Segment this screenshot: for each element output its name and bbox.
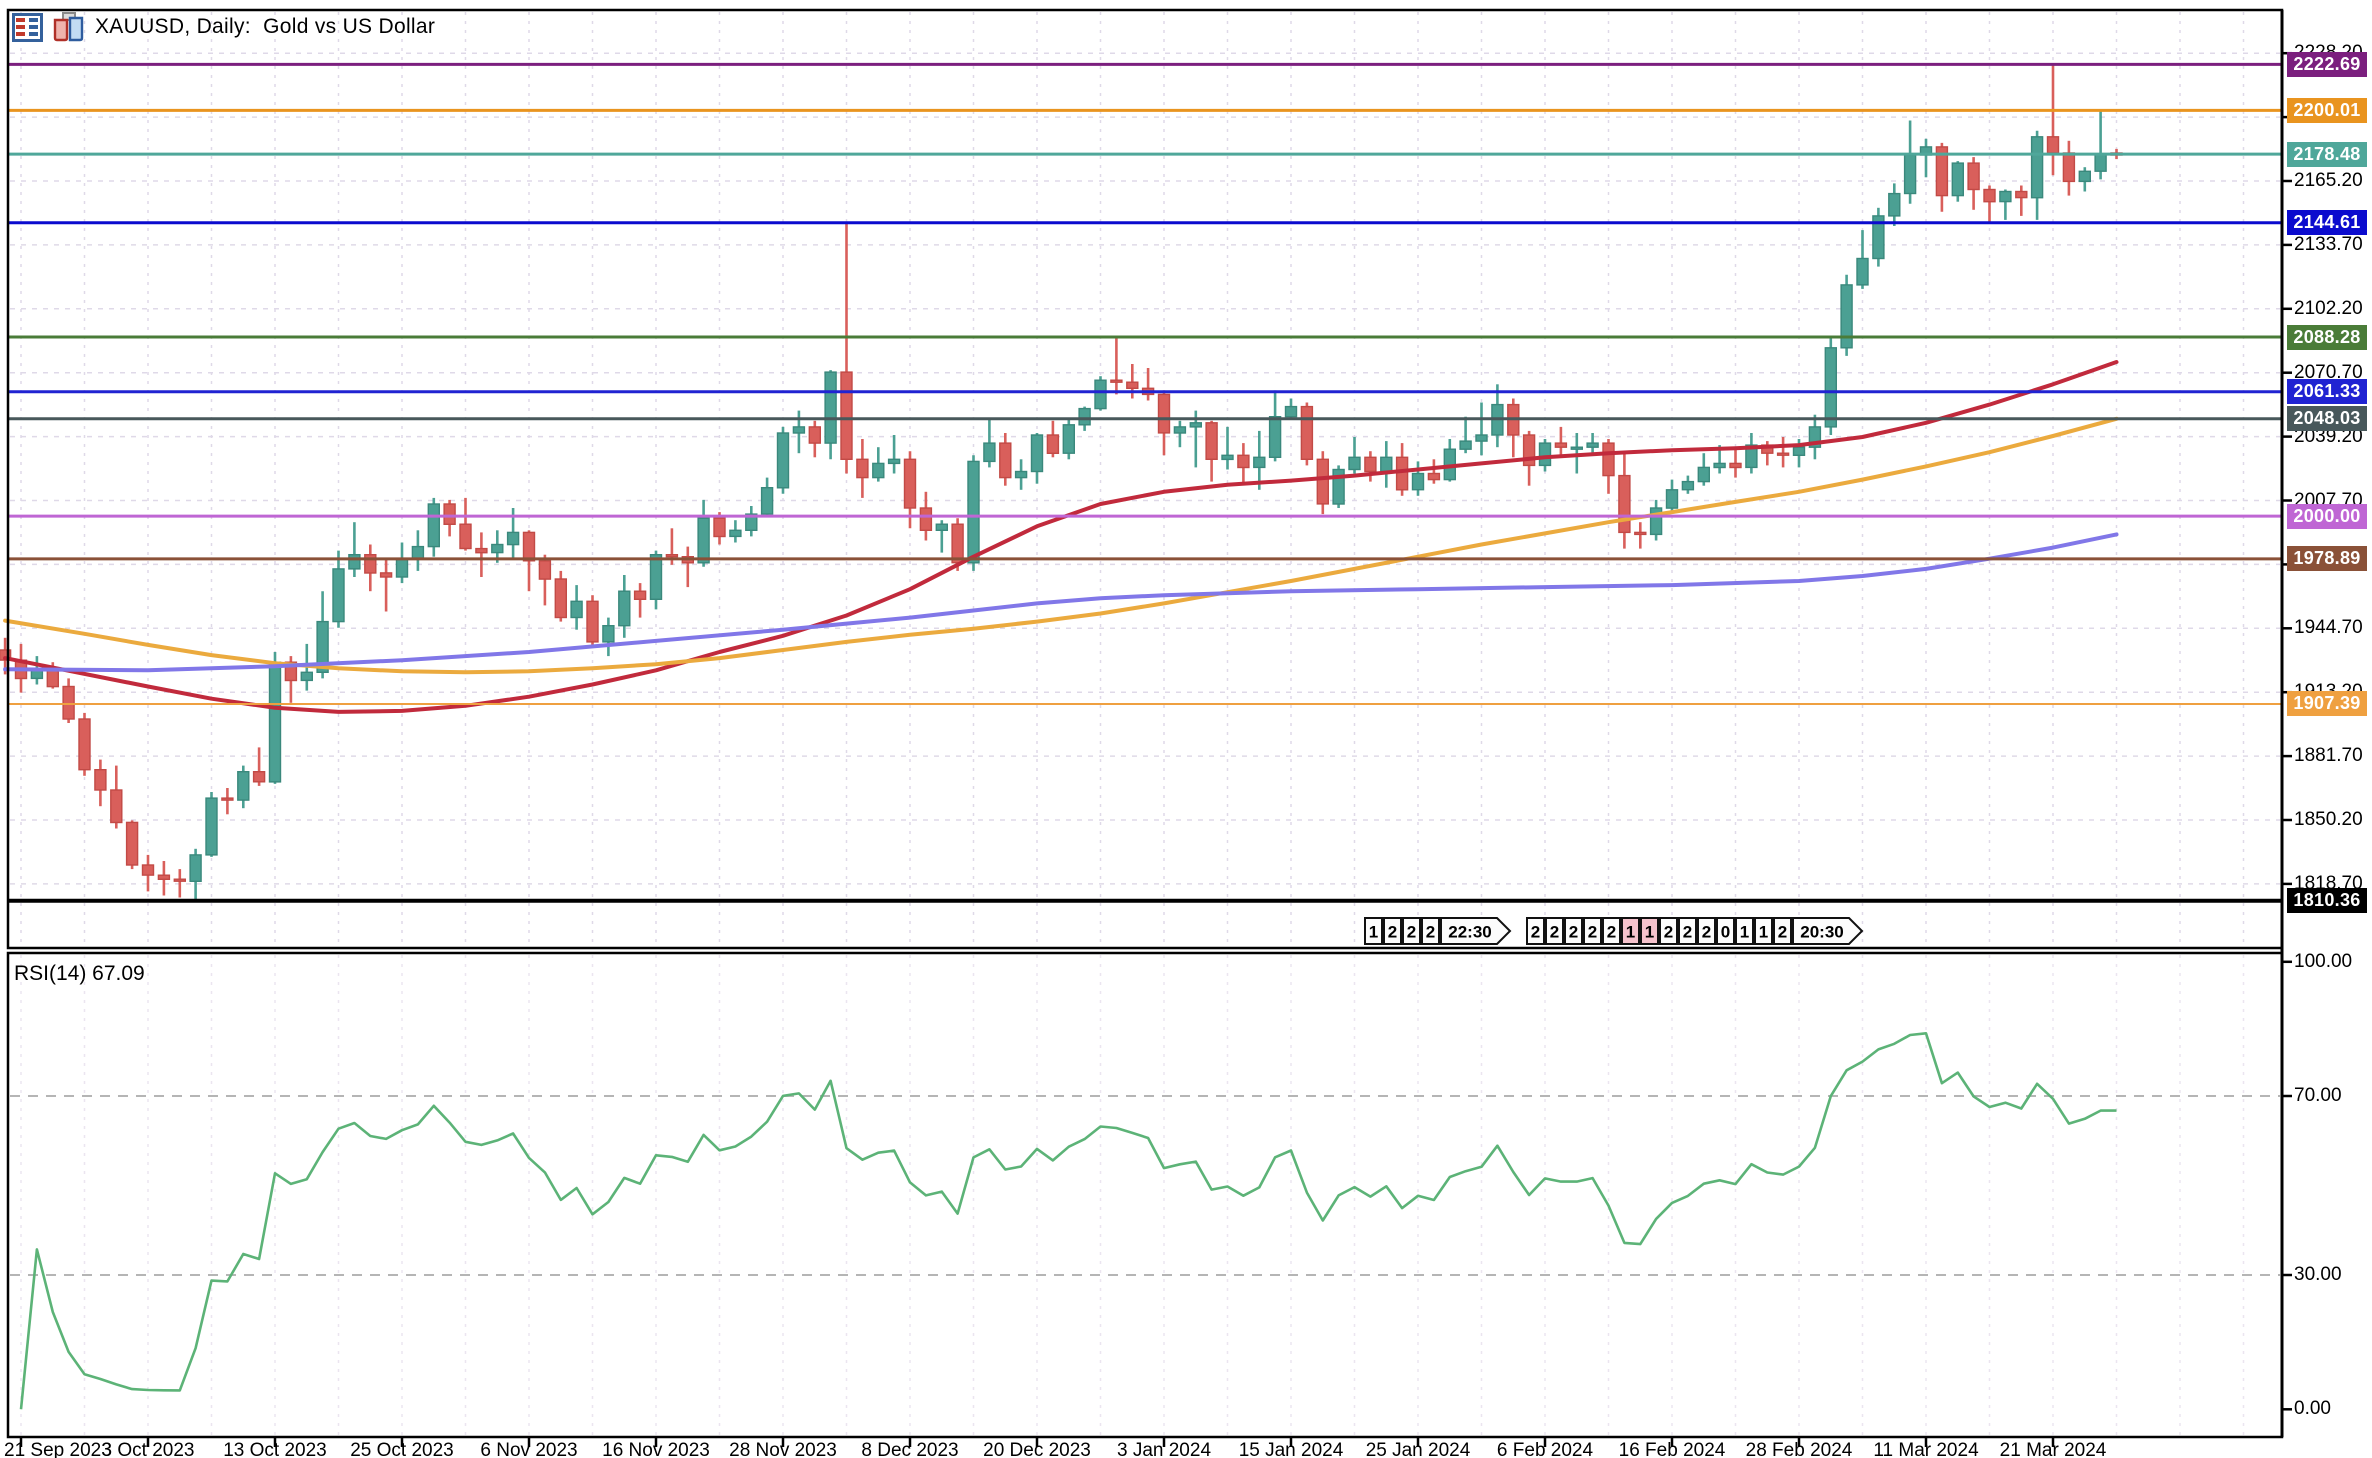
svg-text:1: 1 — [1645, 923, 1654, 942]
price-chart-canvas[interactable]: 122222:302222211222011220:30 — [0, 0, 2372, 1458]
svg-text:2: 2 — [1607, 923, 1616, 942]
svg-text:1: 1 — [1369, 923, 1378, 942]
candlesticks — [0, 64, 2122, 900]
svg-text:2: 2 — [1778, 923, 1787, 942]
svg-text:2: 2 — [1702, 923, 1711, 942]
svg-text:20:30: 20:30 — [1800, 923, 1843, 942]
svg-text:2: 2 — [1664, 923, 1673, 942]
svg-text:22:30: 22:30 — [1448, 923, 1491, 942]
svg-text:1: 1 — [1740, 923, 1749, 942]
event-flag-group[interactable]: 122222:30 — [1365, 918, 1510, 944]
svg-text:2: 2 — [1426, 923, 1435, 942]
svg-text:2: 2 — [1569, 923, 1578, 942]
svg-text:2: 2 — [1531, 923, 1540, 942]
rsi-line — [21, 1033, 2117, 1409]
svg-text:1: 1 — [1626, 923, 1635, 942]
svg-text:2: 2 — [1588, 923, 1597, 942]
svg-text:2: 2 — [1683, 923, 1692, 942]
market-watch-icon — [12, 13, 43, 42]
svg-text:1: 1 — [1759, 923, 1768, 942]
svg-text:2: 2 — [1550, 923, 1559, 942]
svg-text:2: 2 — [1407, 923, 1416, 942]
chart-title-bar: XAUUSD, Daily: Gold vs US Dollar — [12, 12, 435, 42]
new-chart-icon — [53, 12, 85, 42]
event-flag-group[interactable]: 2222211222011220:30 — [1527, 918, 1862, 944]
chart-title: XAUUSD, Daily: Gold vs US Dollar — [95, 15, 435, 39]
rsi-indicator-label: RSI(14) 67.09 — [14, 962, 145, 986]
svg-text:2: 2 — [1388, 923, 1397, 942]
trading-terminal-chart-window: 122222:302222211222011220:30 XAUUSD, Dai… — [0, 0, 2372, 1458]
svg-text:0: 0 — [1721, 923, 1730, 942]
